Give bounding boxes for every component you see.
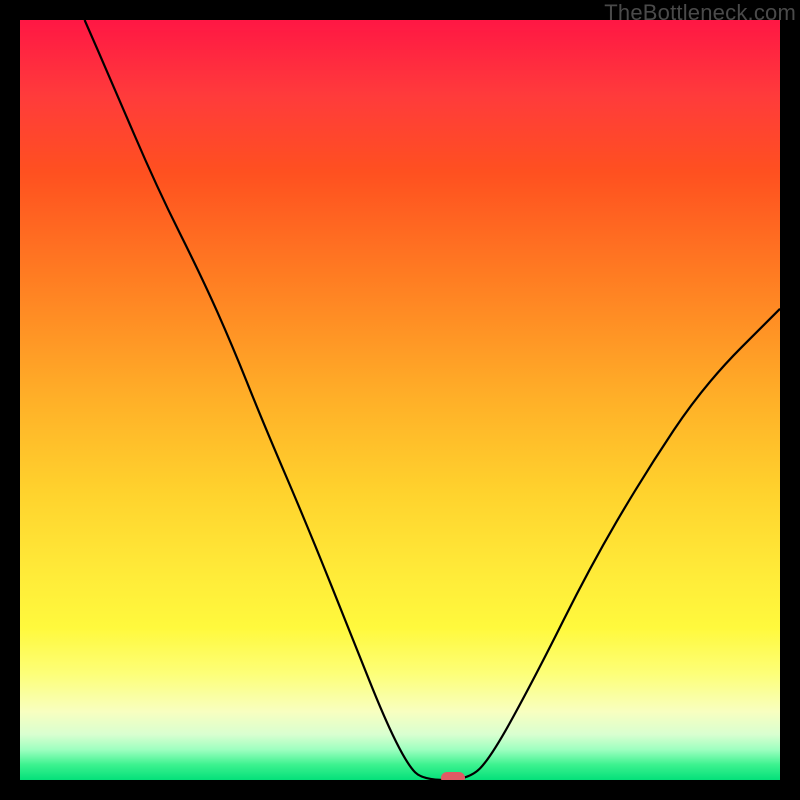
optimal-marker	[441, 772, 465, 780]
plot-area	[20, 20, 780, 780]
bottleneck-curve	[20, 20, 780, 780]
chart-frame: TheBottleneck.com	[0, 0, 800, 800]
watermark-text: TheBottleneck.com	[604, 0, 796, 26]
